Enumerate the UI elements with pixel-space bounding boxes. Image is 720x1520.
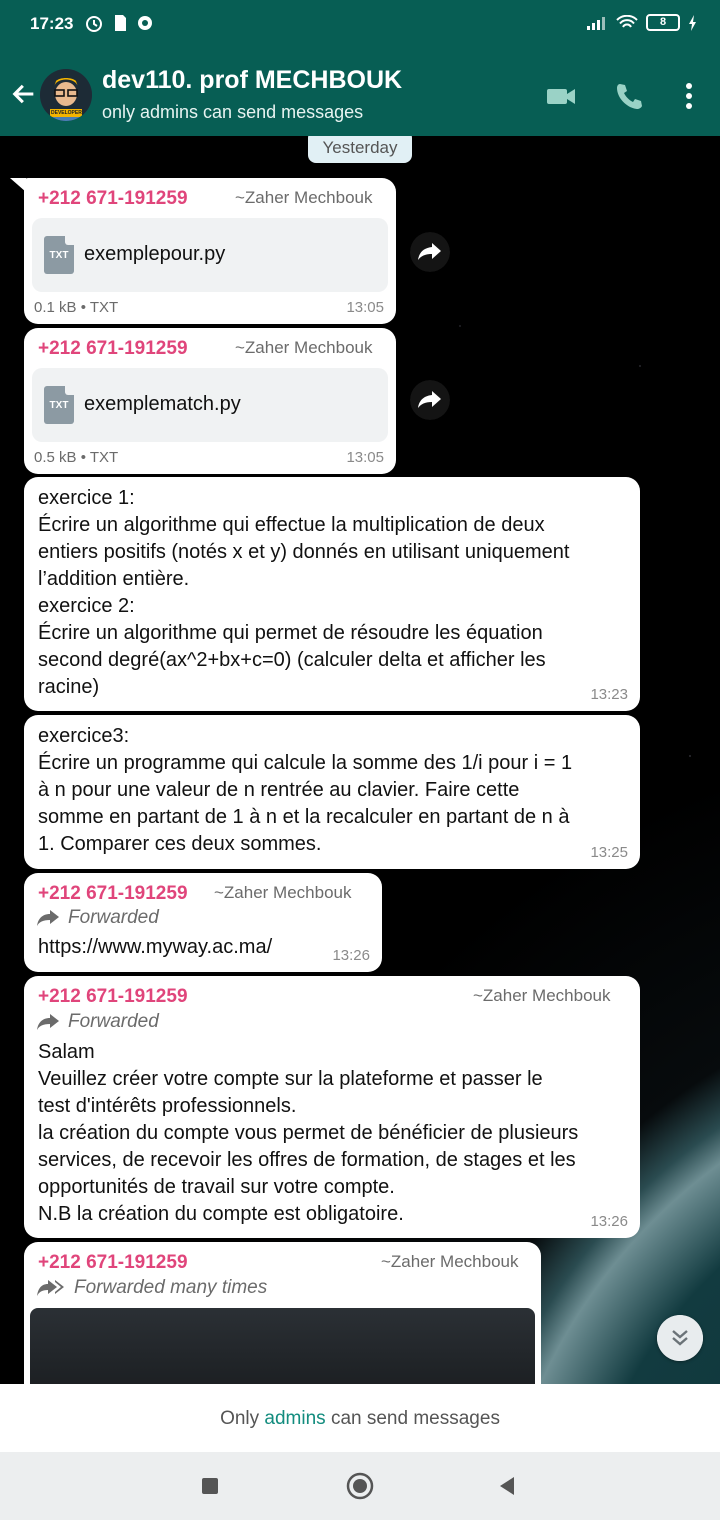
- message-line: racine): [38, 676, 100, 698]
- txt-file-icon: TXT: [44, 386, 74, 424]
- message-line: Veuillez créer votre compte sur la plate…: [38, 1068, 543, 1090]
- back-triangle-icon[interactable]: [494, 1472, 522, 1500]
- link-message[interactable]: +212 671-191259 ~Zaher Mechbouk Forwarde…: [24, 873, 382, 972]
- group-avatar[interactable]: DEVELOPER: [40, 69, 92, 121]
- chat-area[interactable]: Yesterday +212 671-191259 ~Zaher Mechbou…: [0, 136, 720, 1384]
- forwarded-text: Forwarded: [68, 907, 159, 928]
- file-attachment[interactable]: TXT exemplematch.py: [32, 368, 388, 442]
- forwarded-text: Forwarded: [68, 1011, 159, 1032]
- status-bar: 17:23 8: [0, 0, 720, 50]
- sender-phone[interactable]: +212 671-191259: [38, 1252, 188, 1274]
- message-text: exercice3: Écrire un programme qui calcu…: [38, 723, 572, 858]
- chat-notification-icon: [138, 16, 152, 30]
- forwarded-text: Forwarded many times: [74, 1277, 268, 1298]
- file-attachment[interactable]: TXT exemplepour.py: [32, 218, 388, 292]
- forwarded-many-icon: [37, 1280, 64, 1296]
- arrow-left-icon[interactable]: [10, 80, 38, 108]
- sender-phone[interactable]: +212 671-191259: [38, 986, 188, 1008]
- forwarded-label: Forwarded: [36, 907, 159, 929]
- message-link[interactable]: https://www.myway.ac.ma/: [38, 934, 272, 961]
- message-time: 13:05: [346, 449, 384, 466]
- forwarded-label: Forwarded many times: [36, 1277, 267, 1299]
- date-separator: Yesterday: [308, 136, 412, 163]
- message-line: Écrire un algorithme qui permet de résou…: [38, 622, 543, 644]
- message-line: exercice3:: [38, 725, 130, 747]
- share-forward-icon[interactable]: [410, 232, 450, 272]
- alarm-icon: [86, 16, 102, 32]
- txt-file-icon: TXT: [44, 236, 74, 274]
- forwarded-arrow-icon: [37, 910, 59, 926]
- phone-icon[interactable]: [613, 80, 645, 112]
- notice-text-end: can send messages: [325, 1408, 500, 1429]
- chat-title[interactable]: dev110. prof MECHBOUK: [102, 66, 402, 95]
- text-message[interactable]: exercice3: Écrire un programme qui calcu…: [24, 715, 640, 869]
- charging-icon: [689, 14, 696, 31]
- share-forward-icon[interactable]: [410, 380, 450, 420]
- image-message[interactable]: +212 671-191259 ~Zaher Mechbouk Forwarde…: [24, 1242, 541, 1384]
- message-line: Écrire un programme qui calcule la somme…: [38, 752, 573, 774]
- video-call-icon[interactable]: [545, 80, 577, 112]
- sender-name: ~Zaher Mechbouk: [473, 986, 611, 1005]
- system-nav-bar: [0, 1452, 720, 1520]
- message-line: services, de recevoir les offres de form…: [38, 1149, 576, 1171]
- chat-header: DEVELOPER dev110. prof MECHBOUK only adm…: [0, 50, 720, 136]
- status-time: 17:23: [30, 14, 74, 33]
- home-circle-icon[interactable]: [346, 1472, 374, 1500]
- message-time: 13:25: [590, 844, 628, 861]
- chat-subtitle[interactable]: only admins can send messages: [102, 102, 363, 123]
- forwarded-label: Forwarded: [36, 1011, 159, 1033]
- message-time: 13:23: [590, 686, 628, 703]
- message-line: 1. Comparer ces deux sommes.: [38, 833, 322, 855]
- message-text: exercice 1: Écrire un algorithme qui eff…: [38, 485, 569, 701]
- file-name: exemplepour.py: [84, 243, 226, 265]
- message-line: Écrire un algorithme qui effectue la mul…: [38, 514, 545, 536]
- message-line: N.B la création du compte est obligatoir…: [38, 1203, 404, 1225]
- status-indicators: 8: [586, 14, 698, 31]
- message-line: entiers positifs (notés x et y) donnés e…: [38, 541, 570, 563]
- message-time: 13:05: [346, 299, 384, 316]
- sender-name: ~Zaher Mechbouk: [235, 338, 373, 357]
- text-message[interactable]: +212 671-191259 ~Zaher Mechbouk Forwarde…: [24, 976, 640, 1238]
- message-text: Salam Veuillez créer votre compte sur la…: [38, 1039, 578, 1228]
- sender-name: ~Zaher Mechbouk: [214, 883, 352, 902]
- file-name: exemplematch.py: [84, 393, 241, 415]
- message-line: à n pour une valeur de n rentrée au clav…: [38, 779, 520, 801]
- message-line: somme en partant de 1 à n et la recalcul…: [38, 806, 570, 828]
- sender-phone[interactable]: +212 671-191259: [38, 188, 188, 210]
- file-message[interactable]: +212 671-191259 ~Zaher Mechbouk TXT exem…: [24, 178, 396, 324]
- message-time: 13:26: [332, 947, 370, 964]
- sender-phone[interactable]: +212 671-191259: [38, 338, 188, 360]
- recents-square-icon[interactable]: [196, 1472, 224, 1500]
- bubble-tail: [10, 178, 26, 192]
- message-line: second degré(ax^2+bx+c=0) (calculer delt…: [38, 649, 546, 671]
- message-line: la création du compte vous permet de bén…: [38, 1122, 579, 1144]
- notice-text-start: Only: [220, 1408, 265, 1429]
- message-time: 13:26: [590, 1213, 628, 1230]
- wifi-icon: [616, 14, 638, 28]
- sender-name: ~Zaher Mechbouk: [235, 188, 373, 207]
- file-message[interactable]: +212 671-191259 ~Zaher Mechbouk TXT exem…: [24, 328, 396, 474]
- message-line: l’addition entière.: [38, 568, 190, 590]
- text-message[interactable]: exercice 1: Écrire un algorithme qui eff…: [24, 477, 640, 711]
- admins-only-notice: Only admins can send messages: [0, 1384, 720, 1452]
- file-meta: 0.1 kB • TXT: [34, 299, 119, 316]
- more-vertical-icon[interactable]: [673, 80, 705, 112]
- message-line: exercice 1:: [38, 487, 135, 509]
- avatar-caption: DEVELOPER: [51, 110, 82, 116]
- signal-icon: [587, 16, 605, 30]
- double-chevron-down-icon[interactable]: [657, 1315, 703, 1361]
- battery-indicator: 8: [646, 14, 680, 31]
- message-line: test d'intérêts professionnels.: [38, 1095, 297, 1117]
- file-meta: 0.5 kB • TXT: [34, 449, 119, 466]
- message-line: exercice 2:: [38, 595, 135, 617]
- sender-name: ~Zaher Mechbouk: [381, 1252, 519, 1271]
- sim-card-icon: [115, 15, 126, 31]
- admins-link[interactable]: admins: [264, 1408, 325, 1429]
- image-attachment[interactable]: [30, 1308, 535, 1384]
- forwarded-arrow-icon: [37, 1014, 59, 1030]
- sender-phone[interactable]: +212 671-191259: [38, 883, 188, 905]
- message-line: Salam: [38, 1041, 95, 1063]
- message-line: opportunités de travail sur votre compte…: [38, 1176, 395, 1198]
